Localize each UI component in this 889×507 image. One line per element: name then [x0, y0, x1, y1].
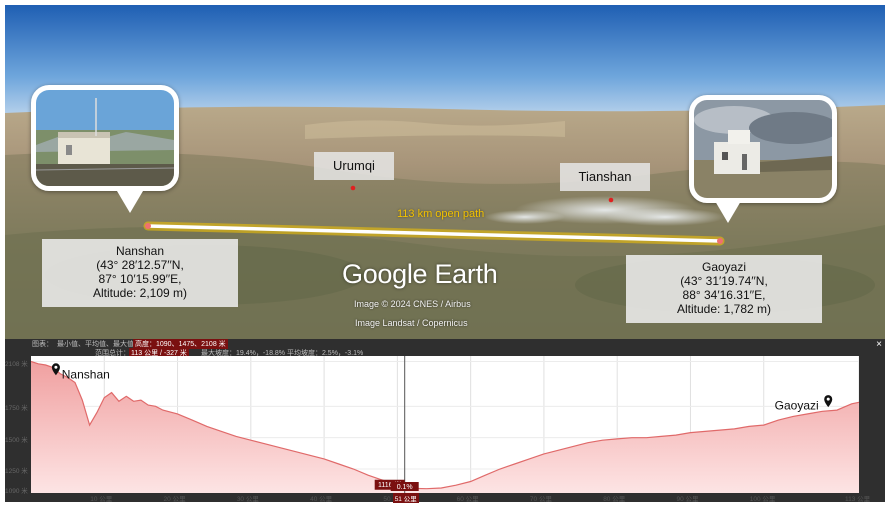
x-tick-label: 60 公里 — [456, 496, 479, 503]
x-tick-label: 40 公里 — [310, 496, 333, 503]
x-tick-label: 10 公里 — [90, 496, 113, 503]
nanshan-pin-icon-dot — [54, 365, 58, 369]
gaoyazi-name: Gaoyazi — [701, 260, 747, 274]
gaoyazi-info-box: Gaoyazi (43° 31′19.74′′N, 88° 34′16.31′′… — [626, 255, 822, 323]
place-label-tianshan: Tianshan — [560, 163, 650, 191]
y-tick-label: 2108 米 — [5, 360, 28, 368]
elevation-chart[interactable]: 1116 米 0.1% Nanshan Gaoyazi — [30, 356, 860, 493]
y-tick-label: 1500 米 — [5, 436, 28, 444]
gaoyazi-longitude: 88° 34′16.31′′E, — [682, 288, 766, 302]
x-tick-label: 113 公里 — [845, 496, 871, 503]
nanshan-info-box: Nanshan (43° 28′12.57′′N, 87° 10′15.99′′… — [42, 239, 238, 307]
x-tick-label: 80 公里 — [603, 496, 626, 503]
google-earth-logo: Google Earth — [342, 259, 498, 289]
gaoyazi-endpoint — [717, 238, 723, 244]
nanshan-altitude: Altitude: 2,109 m) — [92, 286, 188, 300]
gaoyazi-callout-pointer — [715, 201, 741, 223]
x-tick-label: 90 公里 — [676, 496, 699, 503]
nanshan-longitude: 87° 10′15.99′′E, — [98, 272, 182, 286]
nanshan-profile-label: Nanshan — [62, 367, 110, 381]
path-distance-label: 113 km open path — [397, 208, 485, 220]
gaoyazi-latitude: (43° 31′19.74′′N, — [680, 274, 768, 288]
x-tick-label: 70 公里 — [529, 496, 552, 503]
x-tick-label: 30 公里 — [236, 496, 259, 503]
cursor-distance-label: 51 公里 — [392, 493, 419, 503]
gaoyazi-photo — [689, 95, 837, 203]
gaoyazi-altitude: Altitude: 1,782 m) — [676, 302, 772, 316]
close-profile-button[interactable]: × — [876, 339, 882, 350]
y-tick-label: 1250 米 — [5, 467, 28, 475]
nanshan-name: Nanshan — [115, 244, 165, 258]
image-credit-line1: Image © 2024 CNES / Airbus — [354, 299, 471, 309]
gaoyazi-pin-icon-dot — [826, 397, 830, 401]
profile-stats-bar: 图表： 最小值、平均值、最大值： 高度：1090、1475、2108 米 范围总… — [5, 339, 885, 358]
elevation-area — [31, 361, 859, 493]
gaoyazi-profile-label: Gaoyazi — [775, 399, 819, 413]
screenshot-stage: 113 km open path Nanshan (43° 28′12.57′′… — [0, 0, 889, 507]
elevation-profile-panel[interactable]: 图表： 最小值、平均值、最大值： 高度：1090、1475、2108 米 范围总… — [5, 339, 885, 503]
earth-view[interactable]: 113 km open path Nanshan (43° 28′12.57′′… — [5, 5, 885, 339]
y-tick-label: 1090 米 — [5, 488, 28, 495]
gaoyazi-pin-icon — [824, 395, 833, 408]
nanshan-latitude: (43° 28′12.57′′N, — [96, 258, 184, 272]
y-tick-label: 1750 米 — [5, 405, 28, 413]
x-tick-label: 100 公里 — [749, 496, 776, 503]
nanshan-endpoint — [145, 223, 151, 229]
x-tick-label: 20 公里 — [163, 496, 186, 503]
image-credit-line2: Image Landsat / Copernicus — [355, 318, 468, 328]
nanshan-callout-pointer — [117, 191, 143, 213]
elevation-chart-svg[interactable]: 1116 米0.1%NanshanGaoyazi — [30, 356, 860, 493]
nanshan-photo — [31, 85, 179, 191]
place-label-urumqi: Urumqi — [314, 152, 394, 180]
stats-label: 图表： — [32, 341, 53, 348]
cursor-grade-label: 0.1% — [397, 484, 413, 491]
